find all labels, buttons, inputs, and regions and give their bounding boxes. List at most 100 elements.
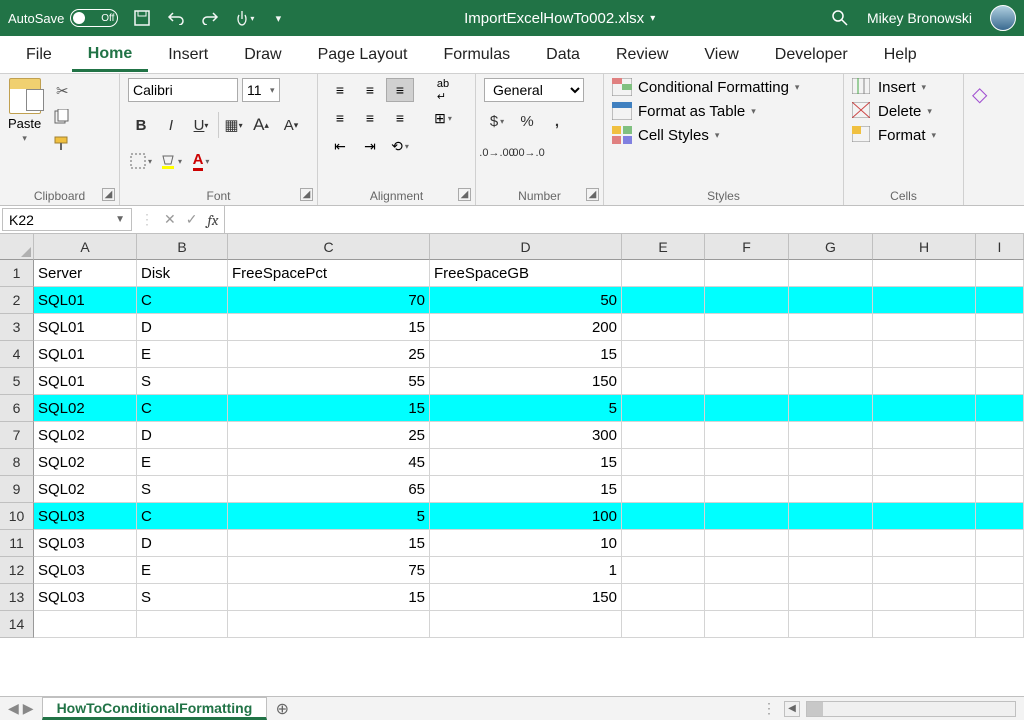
- cell[interactable]: 150: [430, 368, 622, 395]
- accounting-format-icon[interactable]: $: [484, 108, 510, 134]
- row-header[interactable]: 2: [0, 287, 34, 314]
- cell[interactable]: [873, 584, 976, 611]
- cell[interactable]: E: [137, 449, 228, 476]
- cell[interactable]: [705, 503, 789, 530]
- font-name-select[interactable]: [128, 78, 238, 102]
- cell[interactable]: [976, 557, 1024, 584]
- fill-color-button[interactable]: [158, 148, 184, 174]
- cell[interactable]: [873, 503, 976, 530]
- merge-button[interactable]: ⊞: [424, 106, 462, 130]
- cell[interactable]: [873, 395, 976, 422]
- column-header[interactable]: G: [789, 234, 873, 260]
- cell[interactable]: S: [137, 476, 228, 503]
- cell-styles-button[interactable]: Cell Styles ▾: [612, 126, 799, 144]
- align-left-icon[interactable]: ≡: [326, 106, 354, 130]
- tab-page-layout[interactable]: Page Layout: [302, 40, 424, 70]
- cancel-formula-icon[interactable]: ✕: [164, 211, 176, 228]
- cell[interactable]: [622, 422, 705, 449]
- increase-indent-icon[interactable]: ⇥: [356, 134, 384, 158]
- tab-formulas[interactable]: Formulas: [427, 40, 526, 70]
- cell[interactable]: SQL01: [34, 314, 137, 341]
- cell[interactable]: [622, 368, 705, 395]
- column-header[interactable]: I: [976, 234, 1024, 260]
- column-header[interactable]: B: [137, 234, 228, 260]
- spreadsheet-grid[interactable]: ABCDEFGHI 1234567891011121314 ServerDisk…: [0, 234, 1024, 668]
- row-header[interactable]: 13: [0, 584, 34, 611]
- cell[interactable]: [705, 395, 789, 422]
- cell[interactable]: [976, 287, 1024, 314]
- borders-button[interactable]: [128, 148, 154, 174]
- cell[interactable]: [789, 422, 873, 449]
- dialog-launcher-icon[interactable]: ◢: [300, 188, 313, 201]
- insert-button[interactable]: Insert ▾: [852, 78, 936, 96]
- cell[interactable]: Disk: [137, 260, 228, 287]
- align-center-icon[interactable]: ≡: [356, 106, 384, 130]
- cell[interactable]: [976, 341, 1024, 368]
- cell[interactable]: [976, 530, 1024, 557]
- cell[interactable]: 15: [228, 395, 430, 422]
- autosave-toggle[interactable]: AutoSave Off: [8, 9, 118, 27]
- increase-font-icon[interactable]: A▴: [248, 112, 274, 138]
- cell[interactable]: 5: [430, 395, 622, 422]
- cell[interactable]: D: [137, 314, 228, 341]
- cell[interactable]: [873, 449, 976, 476]
- cell[interactable]: 15: [228, 314, 430, 341]
- select-all-corner[interactable]: [0, 234, 34, 260]
- cell[interactable]: 15: [430, 449, 622, 476]
- row-header[interactable]: 9: [0, 476, 34, 503]
- cell[interactable]: [622, 530, 705, 557]
- cell[interactable]: [705, 584, 789, 611]
- tab-home[interactable]: Home: [72, 39, 148, 72]
- cell[interactable]: [705, 557, 789, 584]
- cell[interactable]: D: [137, 530, 228, 557]
- formula-input[interactable]: [224, 206, 1024, 233]
- cell[interactable]: E: [137, 341, 228, 368]
- column-header[interactable]: C: [228, 234, 430, 260]
- save-icon[interactable]: [132, 8, 152, 28]
- cell[interactable]: [873, 341, 976, 368]
- cell[interactable]: [622, 449, 705, 476]
- cell[interactable]: [976, 422, 1024, 449]
- dialog-launcher-icon[interactable]: ◢: [586, 188, 599, 201]
- cell[interactable]: [705, 341, 789, 368]
- percent-format-icon[interactable]: %: [514, 108, 540, 134]
- cell[interactable]: [705, 449, 789, 476]
- align-bottom-icon[interactable]: ≡: [386, 78, 414, 102]
- cell[interactable]: [789, 260, 873, 287]
- cell[interactable]: FreeSpaceGB: [430, 260, 622, 287]
- cell[interactable]: [705, 530, 789, 557]
- cell[interactable]: S: [137, 368, 228, 395]
- cell[interactable]: [873, 557, 976, 584]
- tab-draw[interactable]: Draw: [228, 40, 297, 70]
- scroll-left-icon[interactable]: ◀: [784, 701, 800, 717]
- sheet-nav-next-icon[interactable]: ▶: [23, 700, 34, 717]
- cell[interactable]: SQL03: [34, 530, 137, 557]
- cell[interactable]: 5: [228, 503, 430, 530]
- cell[interactable]: [622, 287, 705, 314]
- tab-developer[interactable]: Developer: [759, 40, 864, 70]
- clear-icon[interactable]: ◇: [972, 82, 987, 107]
- cell[interactable]: [789, 503, 873, 530]
- column-header[interactable]: H: [873, 234, 976, 260]
- cell[interactable]: 55: [228, 368, 430, 395]
- tab-file[interactable]: File: [10, 40, 68, 70]
- toggle-switch[interactable]: Off: [70, 9, 118, 27]
- bold-button[interactable]: B: [128, 112, 154, 138]
- cell[interactable]: [705, 368, 789, 395]
- cell[interactable]: [789, 449, 873, 476]
- cell[interactable]: [622, 584, 705, 611]
- cell[interactable]: [622, 341, 705, 368]
- align-middle-icon[interactable]: ≡: [356, 78, 384, 102]
- paste-button[interactable]: Paste: [8, 116, 41, 131]
- cell[interactable]: [789, 287, 873, 314]
- cell[interactable]: [873, 368, 976, 395]
- cell[interactable]: SQL02: [34, 395, 137, 422]
- cell[interactable]: [976, 611, 1024, 638]
- enter-formula-icon[interactable]: ✓: [186, 211, 198, 228]
- cell[interactable]: 10: [430, 530, 622, 557]
- font-color-button[interactable]: A: [188, 148, 214, 174]
- row-header[interactable]: 10: [0, 503, 34, 530]
- cell[interactable]: [789, 368, 873, 395]
- cell[interactable]: 50: [430, 287, 622, 314]
- cell[interactable]: [976, 395, 1024, 422]
